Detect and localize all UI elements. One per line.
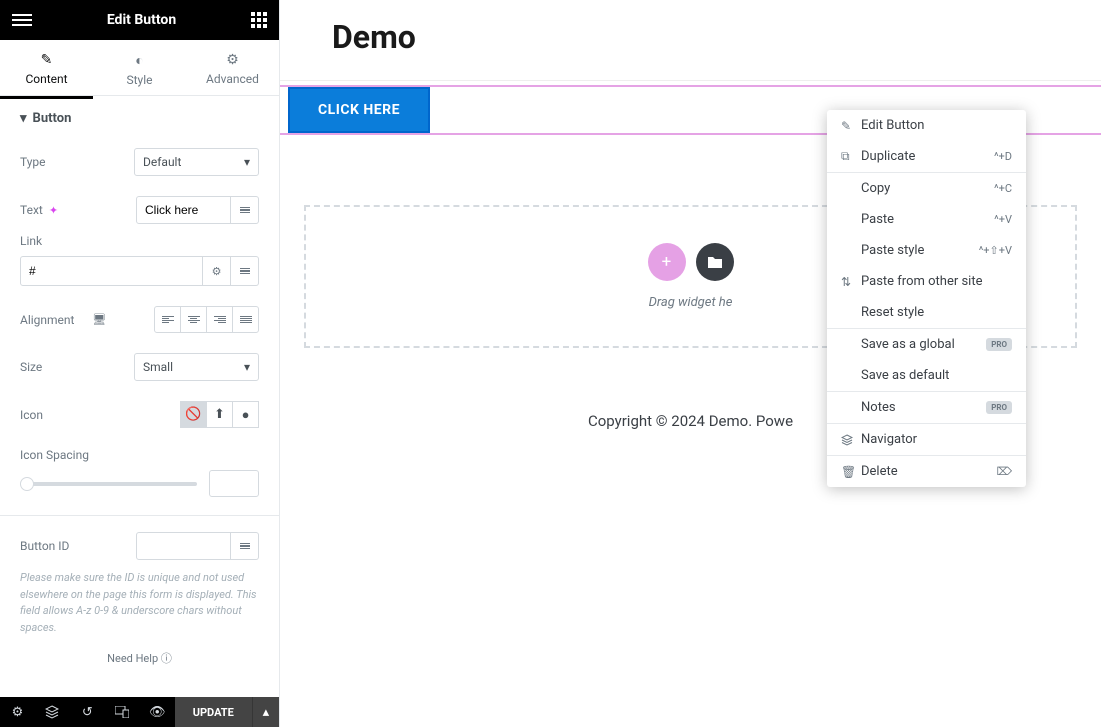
- pencil-icon: ✎: [841, 119, 861, 133]
- need-help-link[interactable]: Need Help ⓘ: [0, 636, 279, 680]
- link-options-button[interactable]: ⚙: [203, 256, 231, 286]
- editor-sidebar: Edit Button ✎Content ◐Style ⚙Advanced ▾B…: [0, 0, 280, 727]
- swap-icon: ⇅: [841, 275, 861, 289]
- button-id-label: Button ID: [20, 539, 69, 553]
- tab-content[interactable]: ✎Content: [0, 40, 93, 95]
- icon-spacing-slider[interactable]: [20, 482, 197, 486]
- alignment-buttons: [154, 306, 259, 333]
- sidebar-header: Edit Button: [0, 0, 279, 40]
- link-input[interactable]: [20, 256, 203, 286]
- pro-badge: PRO: [986, 338, 1012, 351]
- caret-down-icon: ▾: [20, 111, 27, 126]
- devices-icon: [115, 706, 129, 718]
- size-label: Size: [20, 360, 42, 374]
- add-section-button[interactable]: +: [648, 243, 686, 281]
- link-label: Link: [20, 234, 259, 248]
- panel-body: ▾Button Type Default▾ Text✦ Link ⚙: [0, 99, 279, 697]
- pro-badge: PRO: [986, 401, 1012, 414]
- icon-library-button[interactable]: ●: [232, 401, 259, 428]
- ctx-reset-style[interactable]: Reset style: [827, 297, 1026, 328]
- settings-button[interactable]: ⚙: [0, 697, 35, 727]
- layers-icon: [45, 705, 59, 719]
- save-options-button[interactable]: ▴: [252, 697, 279, 727]
- ctx-paste-style[interactable]: Paste style^+⇧+V: [827, 235, 1026, 266]
- slider-thumb[interactable]: [20, 477, 34, 491]
- icon-none-button[interactable]: 🚫: [180, 401, 207, 428]
- button-id-input[interactable]: [136, 532, 231, 560]
- pencil-icon: ✎: [0, 52, 93, 68]
- add-template-button[interactable]: [696, 243, 734, 281]
- layers-icon: [841, 434, 861, 446]
- icon-spacing-value[interactable]: [209, 470, 259, 497]
- preview-button[interactable]: 👁: [140, 697, 175, 727]
- ctx-save-default[interactable]: Save as default: [827, 360, 1026, 391]
- icon-label: Icon: [20, 408, 43, 422]
- trash-icon: 🗑: [841, 465, 861, 479]
- sidebar-footer: ⚙ ↺ 👁 UPDATE ▴: [0, 697, 279, 727]
- context-menu: ✎Edit Button ⧉Duplicate^+D Copy^+C Paste…: [827, 110, 1026, 487]
- button-id-dynamic[interactable]: [231, 532, 259, 560]
- menu-icon[interactable]: [12, 14, 32, 26]
- gear-icon: ⚙: [186, 52, 279, 68]
- ctx-edit-button[interactable]: ✎Edit Button: [827, 110, 1026, 141]
- style-icon: ◐: [93, 52, 186, 69]
- copy-icon: ⧉: [841, 149, 861, 164]
- ctx-notes[interactable]: NotesPRO: [827, 392, 1026, 423]
- folder-icon: [707, 255, 723, 269]
- structure-button[interactable]: [35, 697, 70, 727]
- panel-title: Edit Button: [107, 12, 176, 28]
- ctx-paste[interactable]: Paste^+V: [827, 204, 1026, 235]
- responsive-icon[interactable]: 🖥: [92, 313, 106, 326]
- button-id-help: Please make sure the ID is unique and no…: [0, 570, 279, 636]
- ctx-navigator[interactable]: Navigator: [827, 424, 1026, 455]
- type-select[interactable]: Default▾: [134, 148, 259, 176]
- icon-upload-button[interactable]: ⬆: [206, 401, 233, 428]
- tab-style[interactable]: ◐Style: [93, 40, 186, 95]
- widgets-grid-icon[interactable]: [251, 12, 267, 28]
- align-left-button[interactable]: [154, 306, 181, 333]
- page-title: Demo: [332, 18, 1049, 56]
- size-select[interactable]: Small▾: [134, 353, 259, 381]
- ctx-duplicate[interactable]: ⧉Duplicate^+D: [827, 141, 1026, 172]
- link-dynamic-button[interactable]: [231, 256, 259, 286]
- page-header: Demo: [280, 0, 1101, 81]
- align-justify-button[interactable]: [232, 306, 259, 333]
- responsive-button[interactable]: [105, 697, 140, 727]
- alignment-label: Alignment 🖥: [20, 313, 106, 327]
- chevron-down-icon: ▾: [244, 155, 250, 169]
- icon-spacing-label: Icon Spacing: [20, 448, 89, 462]
- tab-advanced[interactable]: ⚙Advanced: [186, 40, 279, 95]
- text-input[interactable]: [136, 196, 231, 224]
- ai-sparkle-icon[interactable]: ✦: [49, 204, 58, 217]
- panel-tabs: ✎Content ◐Style ⚙Advanced: [0, 40, 279, 96]
- ctx-save-global[interactable]: Save as a globalPRO: [827, 329, 1026, 360]
- drop-text: Drag widget he: [649, 295, 733, 310]
- align-right-button[interactable]: [206, 306, 233, 333]
- ctx-copy[interactable]: Copy^+C: [827, 173, 1026, 204]
- section-header-button[interactable]: ▾Button: [0, 99, 279, 138]
- ctx-paste-other[interactable]: ⇅Paste from other site: [827, 266, 1026, 297]
- ctx-delete[interactable]: 🗑Delete⌦: [827, 456, 1026, 487]
- update-button[interactable]: UPDATE: [175, 697, 252, 727]
- chevron-down-icon: ▾: [244, 360, 250, 374]
- delete-key-icon: ⌦: [996, 465, 1012, 478]
- demo-button[interactable]: CLICK HERE: [288, 87, 430, 133]
- text-label: Text✦: [20, 203, 58, 217]
- type-label: Type: [20, 155, 46, 169]
- history-button[interactable]: ↺: [70, 697, 105, 727]
- dynamic-tags-button[interactable]: [231, 196, 259, 224]
- align-center-button[interactable]: [180, 306, 207, 333]
